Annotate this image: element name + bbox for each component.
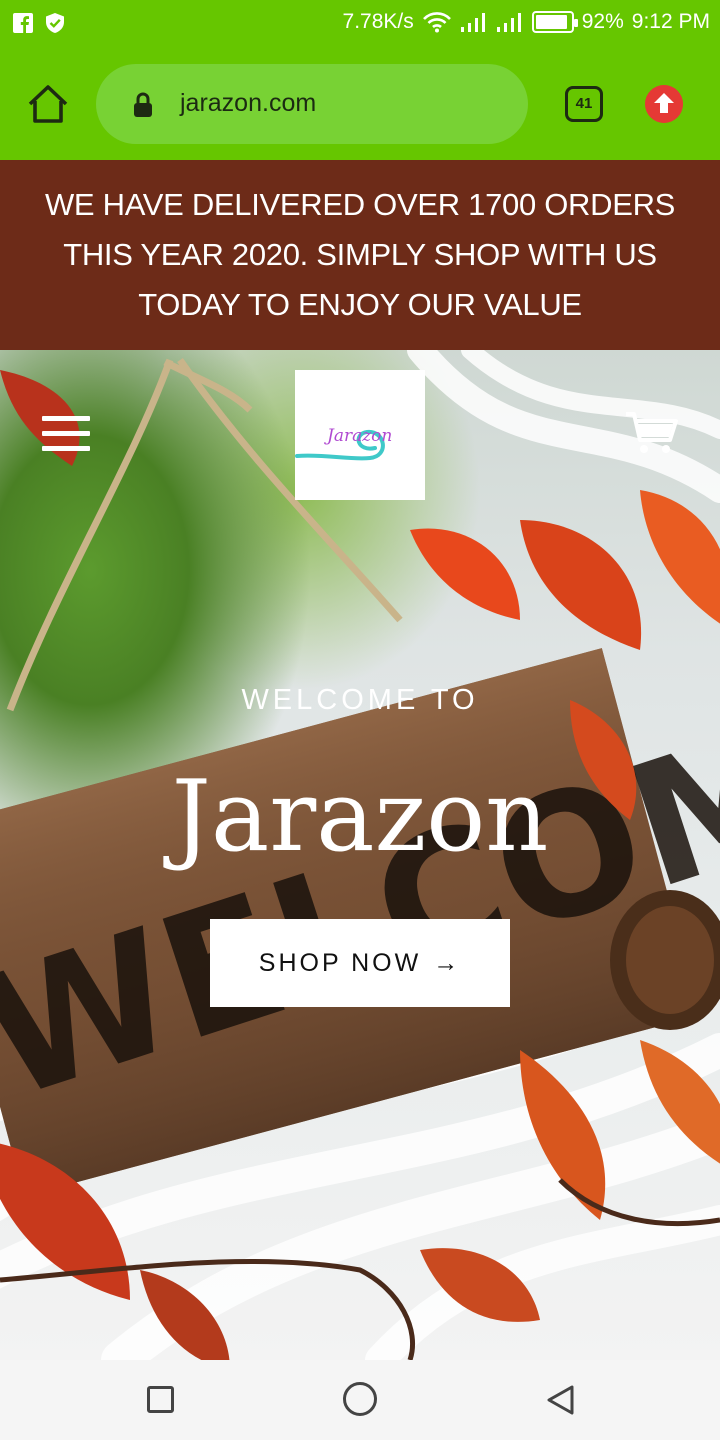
home-nav-icon[interactable] [343,1382,377,1416]
announcement-text: WE HAVE DELIVERED OVER 1700 ORDERS THIS … [44,187,676,322]
system-nav-bar [0,1360,720,1440]
svg-text:Jarazon: Jarazon [324,426,392,446]
upload-icon[interactable] [645,85,683,123]
logo-swirl-icon: Jarazon [295,426,392,461]
shop-now-button[interactable]: SHOP NOW → [210,919,510,1007]
net-speed: 7.78K/s [342,10,414,33]
wifi-icon [422,12,451,33]
hero-eyebrow: WELCOME TO [241,684,479,716]
shop-now-label: SHOP NOW [258,948,422,977]
signal-icon [460,13,485,32]
browser-toolbar: jarazon.com 41 [0,48,720,160]
address-bar[interactable]: jarazon.com [96,64,528,144]
arrow-right-icon: → [433,948,462,977]
site-logo[interactable]: Jarazon [295,370,425,500]
tabs-icon[interactable]: 41 [565,86,603,122]
battery-icon [531,11,578,33]
home-icon[interactable] [26,82,70,126]
announcement-banner: WE HAVE DELIVERED OVER 1700 ORDERS THIS … [0,160,720,350]
menu-icon[interactable] [42,416,90,451]
shield-icon [46,13,64,33]
hero-title: Jarazon [171,760,549,874]
status-right: 7.78K/s 92% 9:12 PM [343,10,710,34]
lock-icon [134,92,152,117]
status-left [12,12,66,34]
battery-label: 92% [581,10,624,33]
cart-icon[interactable] [624,410,678,456]
url-text: jarazon.com [180,89,317,117]
back-icon[interactable] [545,1384,575,1416]
recents-icon[interactable] [147,1386,174,1413]
status-bar: 7.78K/s 92% 9:12 PM [0,0,720,48]
signal-icon [496,13,521,32]
clock: 9:12 PM [631,10,710,33]
facebook-icon [13,13,33,33]
hero-section: WELCOME Jarazon WELCOME TO Jarazon SHOP … [0,350,720,1360]
